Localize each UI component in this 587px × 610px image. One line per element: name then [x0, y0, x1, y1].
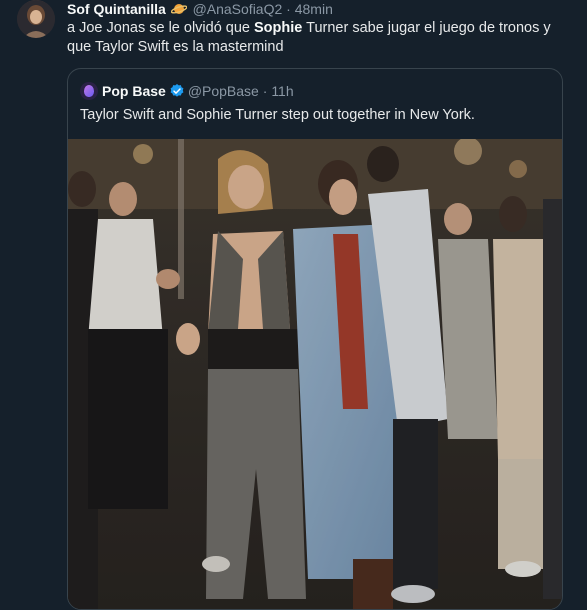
street-photo-illustration — [68, 139, 562, 609]
quoted-tweet[interactable]: Pop Base @PopBase · 11h Taylor Swift and… — [67, 68, 563, 610]
tweet-text-part1: a Joe Jonas se le olvidó que — [67, 20, 255, 36]
author-handle[interactable]: @AnaSofiaQ2 — [193, 1, 283, 17]
quoted-author-handle: @PopBase — [187, 83, 259, 99]
quoted-separator-dot: · — [262, 83, 268, 99]
tweet-time[interactable]: 48min — [295, 1, 333, 17]
avatar-photo — [17, 0, 55, 38]
author-name[interactable]: Sof Quintanilla — [67, 1, 166, 17]
tweet-header: Sof Quintanilla @AnaSofiaQ2 · 48min — [67, 0, 333, 18]
quoted-text: Taylor Swift and Sophie Turner step out … — [80, 107, 475, 123]
author-avatar[interactable] — [17, 0, 55, 38]
ringed-planet-icon — [170, 2, 188, 20]
quoted-author-name: Pop Base — [102, 83, 166, 99]
quoted-time: 11h — [271, 83, 294, 99]
quoted-header: Pop Base @PopBase · 11h — [80, 82, 294, 100]
quoted-avatar — [80, 82, 98, 100]
quoted-photo[interactable] — [68, 139, 562, 609]
tweet-text-bold: Sophie — [254, 20, 303, 36]
separator-dot: · — [286, 1, 291, 17]
verified-badge-icon — [169, 83, 185, 103]
tweet[interactable]: Sof Quintanilla @AnaSofiaQ2 · 48min a Jo… — [0, 0, 587, 610]
tweet-text: a Joe Jonas se le olvidó que Sophie Turn… — [67, 19, 572, 57]
